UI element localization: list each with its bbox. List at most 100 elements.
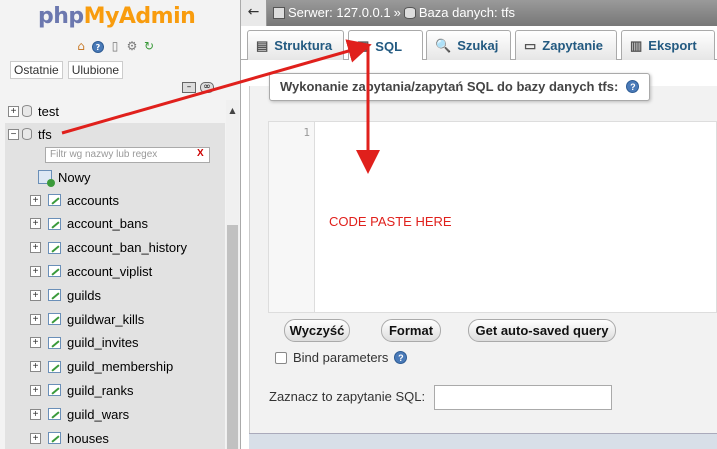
settings-icon[interactable]: ⚙ (125, 39, 139, 53)
table-name[interactable]: accounts (67, 193, 119, 208)
sql-legend-text: Wykonanie zapytania/zapytań SQL do bazy … (280, 79, 619, 94)
reload-icon[interactable]: ↻ (142, 39, 156, 53)
tree-table-item[interactable]: + account_viplist (30, 261, 152, 281)
quick-icons: ⌂ ? ▯ ⚙ ↻ (74, 39, 156, 53)
expand-icon[interactable]: + (30, 289, 41, 301)
tree-item-tfs[interactable]: − tfs (8, 124, 52, 144)
sql-panel-legend: Wykonanie zapytania/zapytań SQL do bazy … (269, 73, 651, 101)
expand-icon[interactable]: + (30, 265, 41, 277)
database-name[interactable]: tfs (38, 127, 52, 142)
bottom-panel-edge (249, 433, 717, 449)
clear-button[interactable]: Wyczyść (284, 319, 350, 342)
tree-table-item[interactable]: + guild_invites (30, 333, 139, 353)
tree-table-item[interactable]: + guild_membership (30, 357, 173, 377)
table-name[interactable]: guildwar_kills (67, 312, 144, 327)
line-number: 1 (303, 126, 310, 139)
tree-table-item[interactable]: + guild_ranks (30, 380, 134, 400)
expand-icon[interactable]: + (30, 194, 41, 206)
tree-item-test[interactable]: + test (8, 101, 59, 121)
home-icon[interactable]: ⌂ (74, 39, 88, 53)
tab-query[interactable]: ▭ Zapytanie (515, 30, 617, 60)
help-icon[interactable]: ? (394, 351, 408, 364)
expand-icon[interactable]: + (30, 337, 41, 349)
table-icon (48, 194, 61, 206)
search-icon: 🔍 (435, 37, 452, 53)
tree-table-item[interactable]: + guildwar_kills (30, 309, 144, 329)
tree-table-item[interactable]: + guild_wars (30, 404, 129, 424)
clear-filter-icon[interactable]: X (197, 148, 204, 159)
tree-table-item[interactable]: + guilds (30, 285, 101, 305)
favorites-tab[interactable]: Ulubione (67, 61, 124, 79)
docs-icon[interactable]: ▯ (108, 39, 122, 53)
tree-table-item[interactable]: + account_ban_history (30, 238, 187, 258)
scrollbar-thumb[interactable] (227, 225, 238, 449)
database-name[interactable]: test (38, 104, 59, 119)
recent-tab[interactable]: Ostatnie (10, 61, 63, 79)
line-number-gutter: 1 (269, 122, 315, 312)
table-icon (48, 289, 61, 302)
format-button[interactable]: Format (381, 319, 441, 342)
tab-export[interactable]: ▥ Eksport (621, 30, 715, 60)
expand-icon[interactable]: + (30, 408, 41, 420)
tab-search[interactable]: 🔍 Szukaj (426, 30, 511, 60)
table-name[interactable]: houses (67, 431, 109, 446)
database-icon (22, 105, 32, 117)
table-name[interactable]: guild_wars (67, 407, 129, 422)
tree-controls: – ∞ (182, 82, 214, 93)
expand-icon[interactable]: + (30, 361, 41, 373)
structure-icon: ▤ (256, 37, 269, 53)
phpmyadmin-logo[interactable]: phpMyAdmin (38, 4, 196, 29)
breadcrumb: Serwer: 127.0.0.1 » Baza danych: tfs (273, 5, 515, 20)
table-filter-input[interactable]: Filtr wg nazwy lub regex (45, 147, 210, 163)
get-autosaved-query-button[interactable]: Get auto-saved query (468, 319, 616, 342)
expand-icon[interactable]: + (30, 242, 41, 254)
scroll-up-icon[interactable]: ▲ (226, 100, 239, 115)
table-icon (48, 360, 61, 373)
table-name[interactable]: account_ban_history (67, 240, 187, 255)
expand-icon[interactable]: + (30, 218, 41, 230)
collapse-all-icon[interactable]: – (182, 82, 196, 93)
breadcrumb-server[interactable]: Serwer: 127.0.0.1 (288, 5, 391, 20)
new-table-icon (38, 170, 55, 187)
expand-icon[interactable]: + (8, 105, 19, 117)
table-name[interactable]: account_viplist (67, 264, 152, 279)
tab-sql[interactable]: ▦ SQL (348, 30, 423, 61)
link-with-main-icon[interactable]: ∞ (200, 82, 214, 93)
table-name[interactable]: guild_invites (67, 335, 139, 350)
table-name[interactable]: guild_ranks (67, 383, 134, 398)
tab-structure[interactable]: ▤ Struktura (247, 30, 344, 60)
table-icon (48, 432, 61, 444)
editor-placeholder-annotation: CODE PASTE HERE (329, 214, 452, 229)
expand-icon[interactable]: + (30, 313, 41, 325)
tree-table-item[interactable]: + account_bans (30, 214, 148, 234)
server-icon (273, 6, 285, 19)
help-icon[interactable]: ? (91, 39, 105, 53)
new-table-item[interactable]: Nowy (38, 167, 91, 187)
back-arrow-icon[interactable]: ← (241, 0, 267, 26)
breadcrumb-database[interactable]: Baza danych: tfs (419, 5, 515, 20)
breadcrumb-separator: » (393, 5, 401, 20)
bind-parameters-label[interactable]: Bind parameters (293, 350, 388, 365)
expand-icon[interactable]: + (30, 384, 41, 396)
tree-table-item[interactable]: + houses (30, 428, 109, 448)
table-icon (48, 313, 61, 325)
table-name[interactable]: guilds (67, 288, 101, 303)
sql-editor[interactable]: 1 CODE PASTE HERE (268, 121, 717, 313)
table-name[interactable]: guild_membership (67, 359, 173, 374)
recent-favorites-tabs: Ostatnie Ulubione (10, 61, 124, 79)
new-table-label[interactable]: Nowy (58, 170, 91, 185)
table-icon (48, 336, 61, 349)
help-icon[interactable]: ? (626, 80, 640, 93)
collapse-icon[interactable]: − (8, 128, 19, 140)
bind-parameters-row: Bind parameters ? (275, 350, 408, 365)
database-icon (22, 128, 32, 140)
bind-parameters-checkbox[interactable] (275, 351, 287, 364)
main-tabs: ▤ Struktura ▦ SQL 🔍 Szukaj ▭ Zapytanie ▥ Eksp… (241, 26, 717, 61)
query-icon: ▭ (524, 37, 537, 53)
tree-table-item[interactable]: + accounts (30, 190, 119, 210)
bookmark-input[interactable] (434, 385, 612, 410)
expand-icon[interactable]: + (30, 432, 41, 444)
table-icon (48, 384, 61, 397)
table-name[interactable]: account_bans (67, 216, 148, 231)
tree-scrollbar[interactable]: ▲ (226, 100, 239, 449)
